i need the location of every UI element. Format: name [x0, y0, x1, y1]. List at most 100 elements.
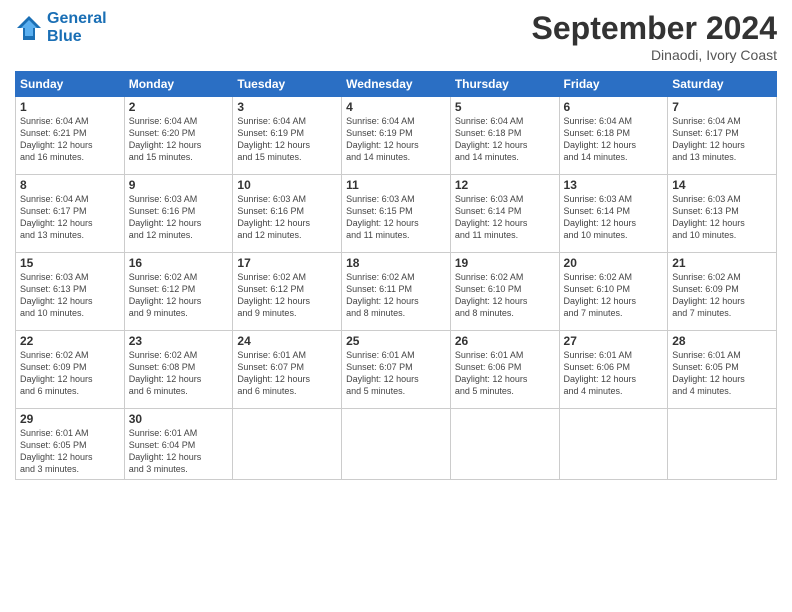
table-row: 15Sunrise: 6:03 AM Sunset: 6:13 PM Dayli… [16, 253, 125, 331]
day-info: Sunrise: 6:01 AM Sunset: 6:05 PM Dayligh… [20, 427, 120, 476]
day-info: Sunrise: 6:03 AM Sunset: 6:16 PM Dayligh… [237, 193, 337, 242]
day-info: Sunrise: 6:01 AM Sunset: 6:05 PM Dayligh… [672, 349, 772, 398]
table-row: 8Sunrise: 6:04 AM Sunset: 6:17 PM Daylig… [16, 175, 125, 253]
day-number: 28 [672, 334, 772, 348]
table-row: 6Sunrise: 6:04 AM Sunset: 6:18 PM Daylig… [559, 97, 668, 175]
header-tuesday: Tuesday [233, 72, 342, 97]
header-thursday: Thursday [450, 72, 559, 97]
day-number: 21 [672, 256, 772, 270]
title-block: September 2024 Dinaodi, Ivory Coast [532, 10, 777, 63]
day-number: 17 [237, 256, 337, 270]
day-info: Sunrise: 6:03 AM Sunset: 6:15 PM Dayligh… [346, 193, 446, 242]
page: General Blue September 2024 Dinaodi, Ivo… [0, 0, 792, 612]
day-info: Sunrise: 6:02 AM Sunset: 6:08 PM Dayligh… [129, 349, 229, 398]
day-number: 9 [129, 178, 229, 192]
table-row: 22Sunrise: 6:02 AM Sunset: 6:09 PM Dayli… [16, 331, 125, 409]
calendar-table: Sunday Monday Tuesday Wednesday Thursday… [15, 71, 777, 480]
day-info: Sunrise: 6:04 AM Sunset: 6:20 PM Dayligh… [129, 115, 229, 164]
day-info: Sunrise: 6:02 AM Sunset: 6:10 PM Dayligh… [564, 271, 664, 320]
calendar-row: 22Sunrise: 6:02 AM Sunset: 6:09 PM Dayli… [16, 331, 777, 409]
day-info: Sunrise: 6:04 AM Sunset: 6:19 PM Dayligh… [237, 115, 337, 164]
header-wednesday: Wednesday [342, 72, 451, 97]
day-info: Sunrise: 6:04 AM Sunset: 6:19 PM Dayligh… [346, 115, 446, 164]
calendar-row: 15Sunrise: 6:03 AM Sunset: 6:13 PM Dayli… [16, 253, 777, 331]
header-sunday: Sunday [16, 72, 125, 97]
day-number: 8 [20, 178, 120, 192]
table-row: 1Sunrise: 6:04 AM Sunset: 6:21 PM Daylig… [16, 97, 125, 175]
day-number: 20 [564, 256, 664, 270]
day-number: 27 [564, 334, 664, 348]
day-info: Sunrise: 6:01 AM Sunset: 6:04 PM Dayligh… [129, 427, 229, 476]
table-row [233, 409, 342, 480]
logo: General Blue [15, 10, 107, 45]
logo-text: General Blue [47, 10, 107, 45]
day-number: 15 [20, 256, 120, 270]
table-row: 21Sunrise: 6:02 AM Sunset: 6:09 PM Dayli… [668, 253, 777, 331]
day-info: Sunrise: 6:03 AM Sunset: 6:14 PM Dayligh… [564, 193, 664, 242]
day-number: 22 [20, 334, 120, 348]
day-info: Sunrise: 6:03 AM Sunset: 6:13 PM Dayligh… [20, 271, 120, 320]
day-number: 2 [129, 100, 229, 114]
table-row: 18Sunrise: 6:02 AM Sunset: 6:11 PM Dayli… [342, 253, 451, 331]
day-info: Sunrise: 6:02 AM Sunset: 6:12 PM Dayligh… [129, 271, 229, 320]
day-number: 7 [672, 100, 772, 114]
day-info: Sunrise: 6:01 AM Sunset: 6:07 PM Dayligh… [346, 349, 446, 398]
day-number: 4 [346, 100, 446, 114]
table-row: 9Sunrise: 6:03 AM Sunset: 6:16 PM Daylig… [124, 175, 233, 253]
day-number: 24 [237, 334, 337, 348]
table-row: 5Sunrise: 6:04 AM Sunset: 6:18 PM Daylig… [450, 97, 559, 175]
day-number: 6 [564, 100, 664, 114]
weekday-header-row: Sunday Monday Tuesday Wednesday Thursday… [16, 72, 777, 97]
day-number: 1 [20, 100, 120, 114]
day-info: Sunrise: 6:04 AM Sunset: 6:21 PM Dayligh… [20, 115, 120, 164]
day-number: 30 [129, 412, 229, 426]
day-info: Sunrise: 6:03 AM Sunset: 6:13 PM Dayligh… [672, 193, 772, 242]
table-row: 25Sunrise: 6:01 AM Sunset: 6:07 PM Dayli… [342, 331, 451, 409]
day-info: Sunrise: 6:01 AM Sunset: 6:06 PM Dayligh… [455, 349, 555, 398]
day-number: 12 [455, 178, 555, 192]
day-number: 26 [455, 334, 555, 348]
day-info: Sunrise: 6:04 AM Sunset: 6:17 PM Dayligh… [672, 115, 772, 164]
table-row: 4Sunrise: 6:04 AM Sunset: 6:19 PM Daylig… [342, 97, 451, 175]
table-row: 20Sunrise: 6:02 AM Sunset: 6:10 PM Dayli… [559, 253, 668, 331]
table-row: 3Sunrise: 6:04 AM Sunset: 6:19 PM Daylig… [233, 97, 342, 175]
table-row: 16Sunrise: 6:02 AM Sunset: 6:12 PM Dayli… [124, 253, 233, 331]
day-info: Sunrise: 6:03 AM Sunset: 6:16 PM Dayligh… [129, 193, 229, 242]
day-info: Sunrise: 6:02 AM Sunset: 6:09 PM Dayligh… [672, 271, 772, 320]
table-row [450, 409, 559, 480]
table-row: 2Sunrise: 6:04 AM Sunset: 6:20 PM Daylig… [124, 97, 233, 175]
table-row: 11Sunrise: 6:03 AM Sunset: 6:15 PM Dayli… [342, 175, 451, 253]
header: General Blue September 2024 Dinaodi, Ivo… [15, 10, 777, 63]
month-title: September 2024 [532, 10, 777, 47]
table-row: 23Sunrise: 6:02 AM Sunset: 6:08 PM Dayli… [124, 331, 233, 409]
table-row: 24Sunrise: 6:01 AM Sunset: 6:07 PM Dayli… [233, 331, 342, 409]
day-number: 11 [346, 178, 446, 192]
table-row: 26Sunrise: 6:01 AM Sunset: 6:06 PM Dayli… [450, 331, 559, 409]
day-info: Sunrise: 6:03 AM Sunset: 6:14 PM Dayligh… [455, 193, 555, 242]
calendar-row: 8Sunrise: 6:04 AM Sunset: 6:17 PM Daylig… [16, 175, 777, 253]
table-row: 19Sunrise: 6:02 AM Sunset: 6:10 PM Dayli… [450, 253, 559, 331]
day-number: 18 [346, 256, 446, 270]
day-number: 23 [129, 334, 229, 348]
table-row: 17Sunrise: 6:02 AM Sunset: 6:12 PM Dayli… [233, 253, 342, 331]
day-number: 3 [237, 100, 337, 114]
table-row: 30Sunrise: 6:01 AM Sunset: 6:04 PM Dayli… [124, 409, 233, 480]
day-info: Sunrise: 6:04 AM Sunset: 6:17 PM Dayligh… [20, 193, 120, 242]
table-row [559, 409, 668, 480]
day-number: 16 [129, 256, 229, 270]
day-number: 10 [237, 178, 337, 192]
day-info: Sunrise: 6:04 AM Sunset: 6:18 PM Dayligh… [564, 115, 664, 164]
table-row: 7Sunrise: 6:04 AM Sunset: 6:17 PM Daylig… [668, 97, 777, 175]
calendar-row: 29Sunrise: 6:01 AM Sunset: 6:05 PM Dayli… [16, 409, 777, 480]
table-row: 28Sunrise: 6:01 AM Sunset: 6:05 PM Dayli… [668, 331, 777, 409]
day-info: Sunrise: 6:02 AM Sunset: 6:09 PM Dayligh… [20, 349, 120, 398]
logo-icon [15, 14, 43, 42]
calendar-row: 1Sunrise: 6:04 AM Sunset: 6:21 PM Daylig… [16, 97, 777, 175]
header-friday: Friday [559, 72, 668, 97]
day-info: Sunrise: 6:02 AM Sunset: 6:10 PM Dayligh… [455, 271, 555, 320]
table-row: 13Sunrise: 6:03 AM Sunset: 6:14 PM Dayli… [559, 175, 668, 253]
header-monday: Monday [124, 72, 233, 97]
day-info: Sunrise: 6:04 AM Sunset: 6:18 PM Dayligh… [455, 115, 555, 164]
table-row: 14Sunrise: 6:03 AM Sunset: 6:13 PM Dayli… [668, 175, 777, 253]
day-number: 5 [455, 100, 555, 114]
